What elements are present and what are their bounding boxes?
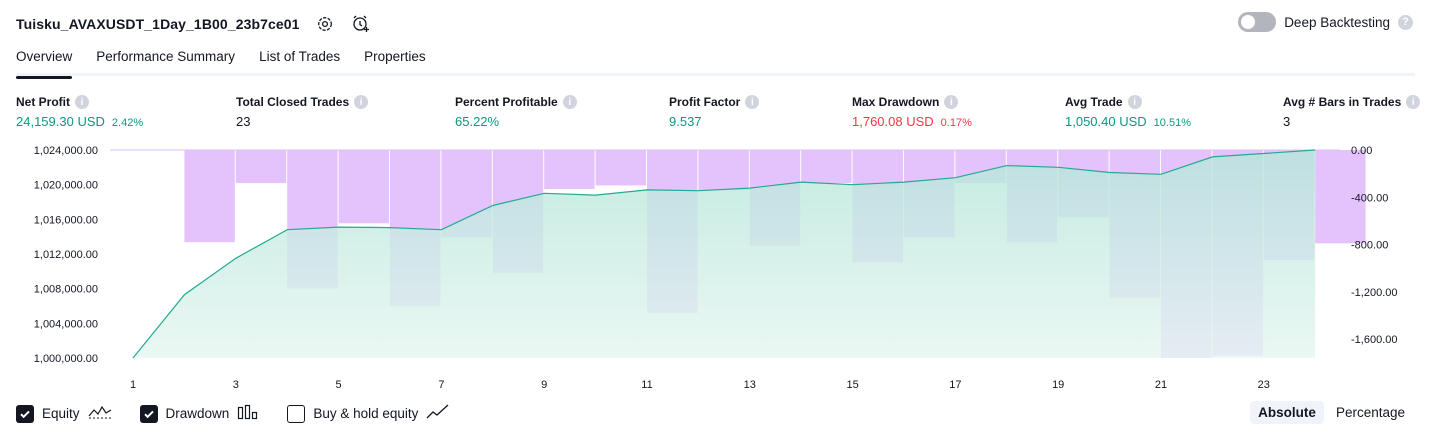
- tab-performance-summary[interactable]: Performance Summary: [96, 44, 235, 76]
- x-axis-tick: 17: [949, 379, 961, 391]
- info-icon[interactable]: i: [745, 95, 760, 109]
- x-axis-tick: 19: [1052, 379, 1064, 391]
- absolute-button[interactable]: Absolute: [1250, 401, 1324, 424]
- gear-icon[interactable]: [314, 13, 336, 35]
- checkbox-checked-icon[interactable]: [139, 404, 158, 423]
- metric-value: 1,760.08 USD: [852, 114, 934, 129]
- deep-backtesting-toggle[interactable]: [1238, 12, 1277, 32]
- x-axis-tick: 15: [846, 379, 858, 391]
- legend-drawdown[interactable]: Drawdown: [139, 403, 260, 424]
- equity-line-icon: [88, 403, 112, 424]
- equity-drawdown-chart[interactable]: 1,024,000.00 1,020,000.00 1,016,000.00 1,01…: [0, 138, 1431, 396]
- metric-percent: 2.42%: [111, 117, 144, 129]
- metric-percent: 0.17%: [940, 117, 972, 129]
- x-axis: 1 3 5 7 9 11 13 15 17 19 21 23: [130, 379, 1270, 391]
- legend-label: Equity: [42, 406, 80, 421]
- x-axis-tick: 5: [336, 379, 342, 391]
- metric-avg-trade: Avg Trade i 1,050.40 USD 10.51%: [1065, 94, 1191, 130]
- metric-label: Net Profit: [16, 95, 70, 109]
- info-icon[interactable]: i: [1127, 95, 1142, 109]
- drawdown-bar: [698, 150, 749, 191]
- legend-label: Drawdown: [165, 406, 230, 421]
- percentage-button[interactable]: Percentage: [1328, 401, 1413, 424]
- legend-buy-hold[interactable]: Buy & hold equity: [287, 403, 450, 424]
- right-axis-tick: -400.00: [1351, 192, 1388, 204]
- metric-percent-profitable: Percent Profitable i 65.22%: [455, 94, 577, 130]
- alarm-plus-icon[interactable]: [350, 13, 372, 35]
- right-axis-tick: -800.00: [1351, 240, 1388, 252]
- report-header: Tuisku_AVAXUSDT_1Day_1B00_23b7ce01: [16, 10, 372, 38]
- info-icon[interactable]: i: [1406, 95, 1421, 109]
- left-axis-tick: 1,020,000.00: [34, 180, 98, 192]
- metric-value: 65.22%: [455, 114, 500, 129]
- chart-legend: Equity Drawdown Buy & hold equity: [16, 403, 478, 424]
- left-axis-tick: 1,012,000.00: [34, 249, 98, 261]
- info-icon[interactable]: i: [354, 95, 369, 109]
- x-axis-tick: 3: [233, 379, 239, 391]
- metric-percent: 10.51%: [1153, 117, 1191, 129]
- x-axis-tick: 21: [1155, 379, 1167, 391]
- drawdown-bar: [595, 150, 646, 186]
- right-axis-tick: -1,200.00: [1351, 287, 1397, 299]
- info-icon[interactable]: i: [944, 95, 959, 109]
- drawdown-bar: [235, 150, 287, 184]
- metric-label: Profit Factor: [669, 95, 741, 109]
- right-axis-tick: 0.00: [1351, 145, 1372, 157]
- left-axis-tick: 1,024,000.00: [34, 145, 98, 157]
- left-axis-tick: 1,008,000.00: [34, 284, 98, 296]
- checkbox-checked-icon[interactable]: [16, 404, 34, 423]
- value-mode-switch: Absolute Percentage: [1250, 401, 1413, 424]
- metric-net-profit: Net Profit i 24,159.30 USD 2.42%: [16, 94, 143, 130]
- buy-hold-line-icon: [426, 403, 450, 424]
- metric-value: 1,050.40 USD: [1065, 114, 1147, 129]
- metric-label: Percent Profitable: [455, 95, 558, 109]
- left-axis-tick: 1,000,000.00: [34, 353, 98, 365]
- toggle-knob: [1241, 15, 1256, 29]
- x-axis-tick: 7: [438, 379, 444, 391]
- info-icon[interactable]: i: [75, 95, 89, 109]
- legend-equity[interactable]: Equity: [16, 403, 112, 424]
- metric-label: Max Drawdown: [852, 95, 940, 109]
- x-axis-tick: 9: [541, 379, 547, 391]
- tab-overview[interactable]: Overview: [16, 44, 73, 79]
- help-icon[interactable]: ?: [1398, 14, 1413, 30]
- deep-backtesting: Deep Backtesting ?: [1238, 12, 1413, 32]
- legend-label: Buy & hold equity: [313, 406, 419, 421]
- left-axis: 1,024,000.00 1,020,000.00 1,016,000.00 1,01…: [34, 145, 98, 365]
- tab-properties[interactable]: Properties: [364, 44, 426, 76]
- metric-value: 23: [236, 114, 251, 129]
- metric-value: 9.537: [669, 114, 702, 129]
- metric-avg-bars: Avg # Bars in Trades i 3: [1283, 94, 1421, 130]
- metric-max-drawdown: Max Drawdown i 1,760.08 USD 0.17%: [852, 94, 972, 130]
- drawdown-bar: [801, 150, 852, 184]
- report-tabs: Overview Performance Summary List of Tra…: [16, 44, 1415, 79]
- checkbox-unchecked-icon[interactable]: [287, 404, 306, 423]
- metric-label: Avg # Bars in Trades: [1283, 95, 1402, 109]
- metric-label: Avg Trade: [1065, 95, 1123, 109]
- left-axis-tick: 1,004,000.00: [34, 318, 98, 330]
- strategy-title: Tuisku_AVAXUSDT_1Day_1B00_23b7ce01: [16, 16, 300, 32]
- metric-profit-factor: Profit Factor i 9.537: [669, 94, 760, 130]
- right-axis-tick: -1,600.00: [1351, 334, 1397, 346]
- drawdown-bar: [184, 150, 235, 243]
- metric-value: 3: [1283, 114, 1291, 129]
- x-axis-tick: 23: [1258, 379, 1270, 391]
- x-axis-tick: 13: [744, 379, 756, 391]
- info-icon[interactable]: i: [562, 95, 577, 109]
- metric-label: Total Closed Trades: [236, 95, 350, 109]
- deep-backtesting-label: Deep Backtesting: [1284, 14, 1390, 30]
- x-axis-tick: 11: [641, 379, 652, 391]
- metric-total-closed-trades: Total Closed Trades i 23: [236, 94, 369, 130]
- x-axis-tick: 1: [130, 379, 136, 391]
- drawdown-bar: [338, 150, 389, 224]
- drawdown-bar: [544, 150, 595, 189]
- metric-value: 24,159.30 USD: [16, 114, 105, 129]
- drawdown-bars-icon: [237, 403, 259, 424]
- left-axis-tick: 1,016,000.00: [34, 214, 98, 226]
- tab-list-of-trades[interactable]: List of Trades: [259, 44, 340, 76]
